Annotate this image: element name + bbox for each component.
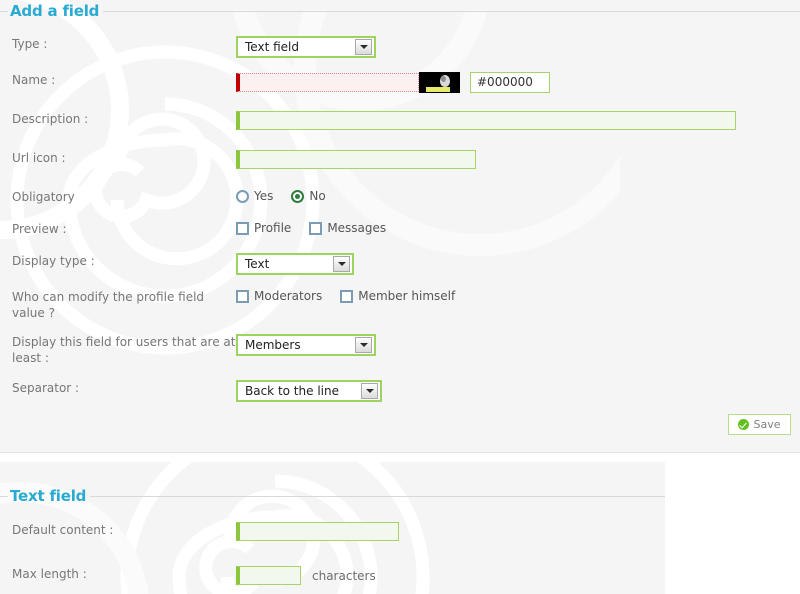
select-minimum-user-level-value: Members [245,338,301,352]
penguin-icon [440,75,450,87]
control-who-can-modify: Moderators Member himself [236,289,800,303]
save-button[interactable]: Save [728,414,791,435]
save-button-label: Save [753,418,781,431]
color-swatch-base [426,87,450,92]
spiral-watermark-secondary [232,10,620,256]
chevron-down-icon[interactable] [355,39,372,55]
chevron-down-icon[interactable] [355,337,372,353]
color-hex-input[interactable] [470,72,550,93]
row-preview: Preview : Profile Messages [0,221,800,237]
row-url-icon: Url icon : [0,150,800,169]
section-title: Add a field [10,2,100,20]
checkbox-profile-label: Profile [254,221,292,235]
row-obligatory: Obligatory Yes No [0,189,800,205]
checkbox-messages-label: Messages [327,221,387,235]
control-display-type: Text [236,253,800,275]
control-max-length: characters [236,566,665,585]
row-who-can-modify: Who can modify the profile field value ?… [0,289,800,321]
radio-option-yes[interactable]: Yes [236,189,273,203]
header-rule-left [0,10,8,12]
label-url-icon: Url icon : [12,151,66,165]
select-separator[interactable]: Back to the line [236,380,382,402]
checkbox-option-profile[interactable]: Profile [236,221,291,235]
control-default-content [236,522,665,541]
control-name [236,72,800,93]
row-type: Type : Text field [0,36,800,58]
row-display-for-users: Display this field for users that are at… [0,334,800,366]
checkbox-option-member-himself[interactable]: Member himself [340,289,455,303]
checkbox-moderators[interactable] [236,289,249,303]
control-url-icon [236,150,800,169]
check-circle-icon [738,419,750,430]
control-display-for-users: Members [236,334,800,356]
control-type: Text field [236,36,800,58]
checkbox-member-himself[interactable] [340,289,354,303]
control-separator: Back to the line [236,380,800,402]
label-separator: Separator : [12,381,80,395]
chevron-down-icon[interactable] [361,383,378,399]
name-input[interactable] [236,73,419,92]
radio-yes-label: Yes [254,189,274,203]
checkbox-profile[interactable] [236,221,249,235]
header-rule-left [0,495,8,497]
select-display-type-value: Text [245,257,270,271]
row-display-type: Display type : Text [0,253,800,275]
select-minimum-user-level[interactable]: Members [236,334,376,356]
radio-no-label: No [309,189,326,203]
label-description: Description : [12,112,89,126]
label-type: Type : [12,37,48,51]
checkbox-option-moderators[interactable]: Moderators [236,289,322,303]
label-max-length: Max length : [12,567,87,581]
label-display-type: Display type : [12,254,95,268]
default-content-input[interactable] [236,522,399,541]
section-text-field: Text field Default content : Max length … [0,462,665,594]
radio-yes[interactable] [236,189,249,203]
control-preview: Profile Messages [236,221,800,235]
header-rule-right [90,495,665,497]
select-type-value: Text field [245,40,299,54]
chevron-down-icon[interactable] [333,256,350,272]
color-picker-swatch[interactable] [419,72,460,93]
section-header-text-field: Text field [0,487,665,505]
radio-no[interactable] [291,189,305,203]
label-default-content: Default content : [12,523,114,537]
label-name: Name : [12,73,56,87]
label-preview: Preview : [12,222,67,236]
select-type[interactable]: Text field [236,36,376,58]
checkbox-member-himself-label: Member himself [358,289,456,303]
max-length-input[interactable] [236,566,301,585]
select-separator-value: Back to the line [245,384,339,398]
header-rule-right [103,10,800,12]
radio-option-no[interactable]: No [291,189,326,203]
row-separator: Separator : Back to the line [0,380,800,402]
row-default-content: Default content : [0,522,665,541]
checkbox-moderators-label: Moderators [254,289,323,303]
checkbox-option-messages[interactable]: Messages [309,221,386,235]
description-input[interactable] [236,111,736,130]
row-max-length: Max length : characters [0,566,665,585]
section-title: Text field [10,487,87,505]
url-icon-input[interactable] [236,150,476,169]
max-length-unit-label: characters [312,568,376,583]
row-name: Name : [0,72,800,93]
label-obligatory: Obligatory [12,190,75,204]
label-who-can-modify: Who can modify the profile field value ? [12,290,205,320]
label-display-for-users: Display this field for users that are at… [12,335,236,365]
row-description: Description : [0,111,800,130]
section-header-add-field: Add a field [0,2,800,20]
select-display-type[interactable]: Text [236,253,354,275]
control-description [236,111,800,130]
control-obligatory: Yes No [236,189,800,203]
section-add-field: Add a field Type : Text field Name : Des… [0,0,800,453]
checkbox-messages[interactable] [309,221,323,235]
